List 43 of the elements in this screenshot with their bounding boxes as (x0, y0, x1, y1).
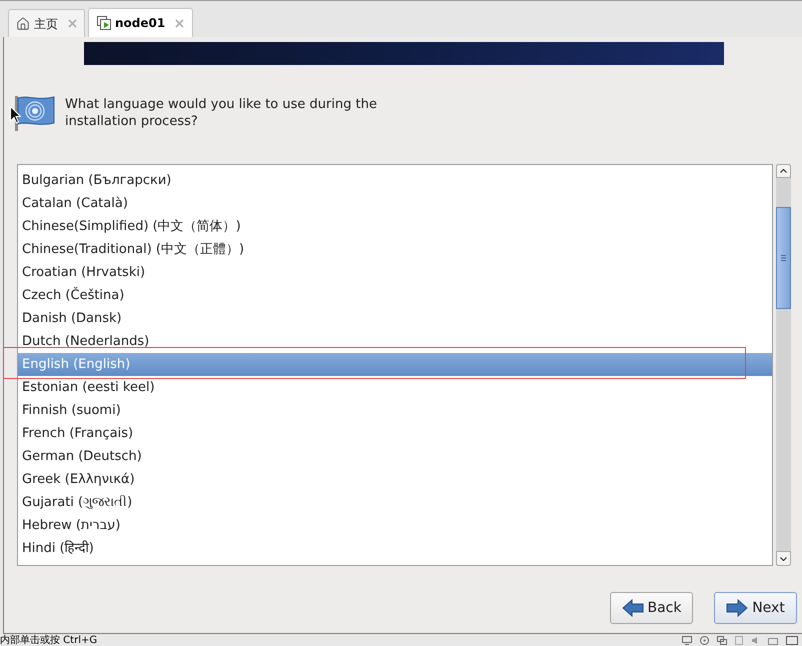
language-list-item[interactable]: Bulgarian (Български) (18, 169, 772, 192)
home-icon (16, 16, 30, 30)
square-icon[interactable] (735, 636, 743, 644)
language-list-item[interactable]: Danish (Dansk) (18, 307, 772, 330)
disc-icon[interactable] (700, 636, 709, 644)
left-arrow-icon (622, 599, 644, 617)
language-list-item[interactable]: Dutch (Nederlands) (18, 330, 772, 353)
tab[interactable]: node01 (88, 8, 194, 37)
language-list-item[interactable]: Finnish (suomi) (18, 399, 772, 422)
language-list-item[interactable]: Croatian (Hrvatski) (18, 261, 772, 284)
flag-icon (12, 95, 56, 131)
language-list-item[interactable]: Catalan (Català) (18, 192, 772, 215)
right-arrow-icon (726, 599, 748, 617)
language-list-item[interactable]: Gujarati (ગુજરાતી) (18, 491, 772, 514)
chevron-down-icon (780, 556, 787, 560)
monitor-icon[interactable] (682, 636, 692, 644)
language-list-item[interactable]: Greek (Ελληνικά) (18, 468, 772, 491)
window-icon[interactable] (768, 636, 778, 644)
virtual-machine-icon (97, 16, 111, 30)
scroll-down-button[interactable] (776, 551, 791, 566)
cursor-icon (10, 106, 21, 124)
language-prompt: What language would you like to use during the installation process? (65, 96, 378, 130)
close-icon[interactable] (68, 19, 77, 28)
chevron-up-icon (780, 169, 787, 173)
language-list-item[interactable]: Estonian (eesti keel) (18, 376, 772, 399)
scrollbar-track[interactable] (776, 164, 791, 566)
status-text: 内部单击或按 Ctrl+G (0, 634, 98, 646)
back-button[interactable]: Back (610, 592, 693, 624)
next-button[interactable]: Next (714, 592, 797, 624)
stacked-squares-icon[interactable] (717, 636, 727, 644)
scrollbar-thumb[interactable] (776, 207, 791, 309)
language-list-item[interactable]: Hindi (हिन्दी) (18, 537, 772, 560)
rectangle-icon[interactable] (786, 636, 798, 644)
grip-icon (781, 255, 786, 261)
language-list-item[interactable]: French (Français) (18, 422, 772, 445)
language-list-item[interactable]: Chinese(Simplified) (中文（简体）) (18, 215, 772, 238)
language-list-item[interactable]: German (Deutsch) (18, 445, 772, 468)
language-list-item[interactable]: Hebrew (עברית) (18, 514, 772, 537)
language-list-item[interactable]: Chinese(Traditional) (中文（正體）) (18, 238, 772, 261)
close-icon[interactable] (175, 18, 184, 28)
tab[interactable]: 主页 (8, 9, 85, 37)
language-list-item[interactable]: Czech (Čeština) (18, 284, 772, 307)
scroll-up-button[interactable] (776, 164, 791, 178)
